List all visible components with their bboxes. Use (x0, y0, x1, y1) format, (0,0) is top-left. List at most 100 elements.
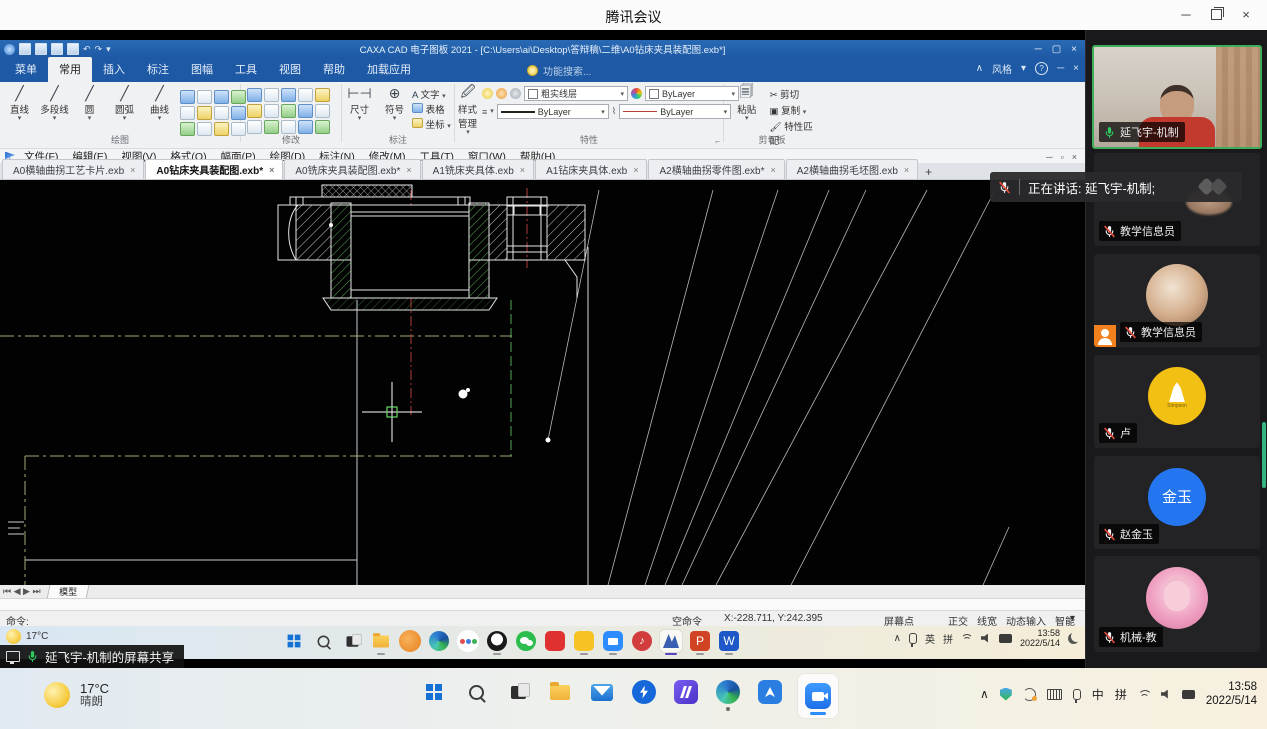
quark-browser-icon[interactable] (756, 678, 784, 706)
draw-tool-button[interactable]: ╱ 圆 ▾ (72, 84, 107, 122)
close-button[interactable]: × (1231, 0, 1261, 28)
qq-icon[interactable] (486, 630, 508, 652)
tab-close-icon[interactable]: × (520, 165, 525, 175)
explode-tool-icon[interactable] (298, 120, 313, 134)
color-wheel-icon[interactable] (631, 88, 642, 99)
document-tab[interactable]: A0铣床夹具装配图.exb* × (284, 159, 420, 179)
youdao-icon[interactable] (544, 630, 566, 652)
shared-clock[interactable]: 13:58 2022/5/14 (1020, 628, 1060, 648)
wechat-icon[interactable] (515, 630, 537, 652)
ribbon-tab[interactable]: 加载应用 (356, 57, 422, 82)
document-tab[interactable]: A2横轴曲拐毛坯图.exb × (786, 159, 918, 179)
powerpoint-icon[interactable]: P (689, 630, 711, 652)
stretch-tool-icon[interactable] (298, 88, 313, 102)
trim-tool-icon[interactable] (281, 104, 296, 118)
app-logo-icon[interactable] (4, 44, 15, 55)
ime-language[interactable]: 英 (925, 631, 935, 646)
tab-close-icon[interactable]: × (771, 165, 776, 175)
new-file-icon[interactable] (19, 43, 31, 55)
touch-keyboard-icon[interactable] (1047, 689, 1062, 700)
function-search[interactable]: 功能搜索... (527, 63, 591, 78)
wifi-icon[interactable] (961, 634, 973, 643)
sync-icon[interactable] (1023, 688, 1036, 701)
participant-tile-speaker[interactable]: 延飞宇-机制 (1092, 45, 1262, 149)
tab-close-icon[interactable]: × (633, 165, 638, 175)
status-overflow-icon[interactable]: ▾ (1070, 613, 1075, 624)
erase-tool-icon[interactable] (315, 88, 330, 102)
layer-lock-icon[interactable] (510, 88, 521, 99)
minimize-button[interactable]: ─ (1171, 0, 1201, 28)
participant-tile[interactable]: 金玉 赵金玉 (1094, 456, 1260, 549)
ribbon-style-dropdown-icon[interactable]: ▾ (1021, 63, 1026, 74)
draw-tool-button[interactable]: ╱ 多段线 ▾ (37, 84, 72, 122)
caxa-close-button[interactable]: × (1071, 44, 1077, 55)
move-tool-icon[interactable] (247, 88, 262, 102)
doc-restore-icon[interactable]: ▫ (1061, 152, 1064, 162)
caxa-app-icon[interactable] (660, 630, 682, 652)
ribbon-tab[interactable]: 常用 (48, 57, 92, 82)
ribbon-tab[interactable]: 视图 (268, 57, 312, 82)
cut-button[interactable]: ✂ 剪切 (770, 87, 820, 101)
search-icon[interactable] (312, 630, 334, 652)
ribbon-tab[interactable]: 图幅 (180, 57, 224, 82)
document-tab[interactable]: A0钻床夹具装配图.exb* × (145, 159, 283, 179)
tab-close-icon[interactable]: × (904, 165, 909, 175)
model-tab[interactable]: 模型 (46, 585, 89, 599)
task-view-icon[interactable] (341, 630, 363, 652)
table-annotate-button[interactable]: 表格 (412, 102, 451, 116)
save-icon[interactable] (51, 43, 63, 55)
file-explorer-icon[interactable] (546, 678, 574, 706)
netdisk-icon[interactable] (630, 678, 658, 706)
draw-tool-button[interactable]: ╱ 曲线 ▾ (142, 84, 177, 122)
offset-tool-icon[interactable] (247, 120, 262, 134)
security-shield-icon[interactable] (1000, 688, 1012, 701)
tray-mic-icon[interactable] (909, 633, 917, 644)
document-tab[interactable]: A0横轴曲拐工艺卡片.exb × (2, 159, 144, 179)
array-tool-icon[interactable] (281, 88, 296, 102)
ime-mode[interactable]: 拼 (1115, 686, 1127, 703)
ribbon-collapse-icon[interactable]: ∧ (976, 63, 983, 74)
meeting-app-icon[interactable] (602, 630, 624, 652)
text-annotate-button[interactable]: A 文字 ▾ (412, 87, 451, 101)
document-tab[interactable]: A1铣床夹具体.exb × (422, 159, 534, 179)
scale-tool-icon[interactable] (264, 104, 279, 118)
ellipse-tool-icon[interactable] (197, 90, 212, 104)
document-tab[interactable]: A1钻床夹具体.exb × (535, 159, 647, 179)
ribbon-style-button[interactable]: 风格 (992, 61, 1012, 76)
extend-tool-icon[interactable] (298, 104, 313, 118)
style-manager-button[interactable]: 🖉 样式管理▾ (458, 84, 478, 136)
mail-icon[interactable] (588, 678, 616, 706)
start-button-icon[interactable] (283, 630, 305, 652)
meeting-app-icon-active[interactable] (798, 674, 838, 718)
drawing-canvas[interactable] (0, 180, 1085, 585)
ribbon-tab[interactable]: 菜单 (4, 57, 48, 82)
spline-tool-icon[interactable] (214, 106, 229, 120)
lineweight-combo[interactable]: ByLayer ▾ (497, 104, 609, 119)
layer-freeze-icon[interactable] (496, 88, 507, 99)
wifi-icon[interactable] (1138, 690, 1150, 699)
word-icon[interactable]: W (718, 630, 740, 652)
edge-icon[interactable] (428, 630, 450, 652)
undo-icon[interactable]: ↶ (83, 44, 91, 55)
ime-language[interactable]: 中 (1092, 686, 1104, 703)
camera-tray-icon[interactable] (1182, 690, 1195, 699)
participant-tile[interactable]: Simpson 卢 (1094, 355, 1260, 448)
linetype-icon[interactable]: ⌇ (612, 106, 616, 117)
tab-close-icon[interactable]: × (406, 165, 411, 175)
ribbon-close-icon[interactable]: × (1073, 63, 1079, 74)
layer-on-icon[interactable] (482, 88, 493, 99)
caxa-minimize-button[interactable]: ─ (1035, 44, 1042, 55)
clock[interactable]: 13:58 2022/5/14 (1206, 680, 1257, 708)
lineweight-icon[interactable]: ≡ (482, 107, 487, 117)
linetype-combo[interactable]: ByLayer ▾ (619, 104, 731, 119)
new-tab-button[interactable]: + (919, 165, 938, 179)
draw-tool-button[interactable]: ╱ 直线 ▾ (2, 84, 37, 122)
redo-icon[interactable]: ↷ (95, 44, 103, 55)
speaker-icon[interactable] (981, 634, 991, 643)
help-icon[interactable]: ? (1035, 62, 1048, 75)
speaker-icon[interactable] (1161, 690, 1171, 699)
open-file-icon[interactable] (35, 43, 47, 55)
tray-mic-icon[interactable] (1073, 689, 1081, 700)
file-explorer-icon[interactable] (370, 630, 392, 652)
shared-weather-widget[interactable]: 17°C (6, 629, 48, 644)
